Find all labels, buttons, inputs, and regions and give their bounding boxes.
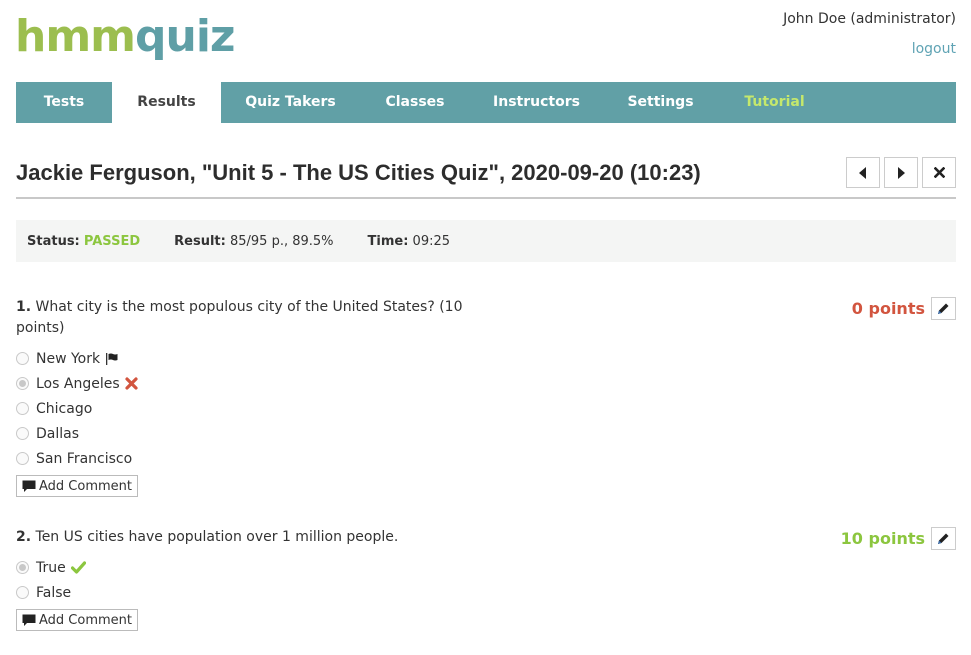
caret-left-icon <box>859 166 866 179</box>
option-san-francisco[interactable]: San Francisco <box>16 446 956 471</box>
user-name: John Doe (administrator) <box>783 11 956 27</box>
logout-link[interactable]: logout <box>912 41 956 57</box>
question-body: What city is the most populous city of t… <box>16 299 463 336</box>
comment-icon <box>22 480 36 492</box>
status-item: Status: PASSED <box>27 234 140 249</box>
close-icon <box>933 167 945 178</box>
record-nav-buttons <box>846 157 956 188</box>
option-chicago[interactable]: Chicago <box>16 396 956 421</box>
previous-button[interactable] <box>846 157 880 188</box>
question-number: 2. <box>16 529 32 545</box>
status-label: Status: <box>27 233 80 249</box>
option-dallas[interactable]: Dallas <box>16 421 956 446</box>
option-radio[interactable] <box>16 452 29 465</box>
pencil-icon <box>938 303 949 314</box>
points-value: 0 points <box>851 299 925 318</box>
question-text: 2. Ten US cities have population over 1 … <box>16 527 466 548</box>
logo[interactable]: hmmquiz <box>15 11 236 62</box>
option-label: San Francisco <box>36 450 133 467</box>
option-label: False <box>36 584 72 601</box>
pencil-icon <box>938 533 949 544</box>
page-title: Jackie Ferguson, "Unit 5 - The US Cities… <box>16 160 701 185</box>
logo-part-hmm: hmm <box>15 11 136 62</box>
time-label: Time: <box>367 233 409 249</box>
tab-results[interactable]: Results <box>112 82 221 123</box>
option-label: Dallas <box>36 425 80 442</box>
points-value: 10 points <box>840 529 925 548</box>
result-item: Result: 85/95 p., 89.5% <box>174 234 333 249</box>
answer-options: New York Los Angeles Chicago Dallas San … <box>16 346 956 471</box>
edit-points-button[interactable] <box>931 527 956 550</box>
tab-tests[interactable]: Tests <box>16 82 112 123</box>
answer-options: True False <box>16 555 956 605</box>
question-2: 2. Ten US cities have population over 1 … <box>16 527 956 631</box>
question-score: 0 points <box>852 297 956 320</box>
tab-settings[interactable]: Settings <box>603 82 718 123</box>
add-comment-button[interactable]: Add Comment <box>16 475 138 497</box>
correct-answer-icon <box>70 561 86 574</box>
add-comment-label: Add Comment <box>39 612 132 628</box>
comment-icon <box>22 614 36 626</box>
tab-tutorial[interactable]: Tutorial <box>718 82 831 123</box>
option-label: Chicago <box>36 400 93 417</box>
question-body: Ten US cities have population over 1 mil… <box>35 529 399 545</box>
option-radio[interactable] <box>16 402 29 415</box>
tab-instructors[interactable]: Instructors <box>470 82 603 123</box>
wrong-answer-icon <box>125 377 138 390</box>
option-radio[interactable] <box>16 352 29 365</box>
option-label: New York <box>36 350 101 367</box>
logo-part-quiz: quiz <box>135 11 236 62</box>
tab-classes[interactable]: Classes <box>360 82 470 123</box>
time-value: 09:25 <box>412 233 451 249</box>
option-radio[interactable] <box>16 427 29 440</box>
option-radio[interactable] <box>16 561 29 574</box>
main-nav: Tests Results Quiz Takers Classes Instru… <box>16 82 956 123</box>
result-summary: Status: PASSED Result: 85/95 p., 89.5% T… <box>16 220 956 262</box>
option-radio[interactable] <box>16 586 29 599</box>
question-text: 1. What city is the most populous city o… <box>16 297 466 339</box>
caret-right-icon <box>898 166 905 179</box>
result-value: 85/95 p., 89.5% <box>229 233 334 249</box>
option-radio[interactable] <box>16 377 29 390</box>
question-score: 10 points <box>841 527 956 550</box>
add-comment-label: Add Comment <box>39 478 132 494</box>
close-button[interactable] <box>922 157 956 188</box>
option-new-york[interactable]: New York <box>16 346 956 371</box>
edit-points-button[interactable] <box>931 297 956 320</box>
add-comment-button[interactable]: Add Comment <box>16 609 138 631</box>
result-label: Result: <box>174 233 226 249</box>
option-label: Los Angeles <box>36 375 120 392</box>
option-true[interactable]: True <box>16 555 956 580</box>
option-los-angeles[interactable]: Los Angeles <box>16 371 956 396</box>
option-false[interactable]: False <box>16 580 956 605</box>
next-button[interactable] <box>884 157 918 188</box>
tab-quiz-takers[interactable]: Quiz Takers <box>221 82 360 123</box>
flag-icon <box>105 352 118 365</box>
time-item: Time: 09:25 <box>368 234 451 249</box>
question-number: 1. <box>16 299 32 315</box>
option-label: True <box>36 559 66 576</box>
question-1: 1. What city is the most populous city o… <box>16 297 956 497</box>
title-divider <box>16 197 956 199</box>
status-badge: PASSED <box>83 233 141 249</box>
